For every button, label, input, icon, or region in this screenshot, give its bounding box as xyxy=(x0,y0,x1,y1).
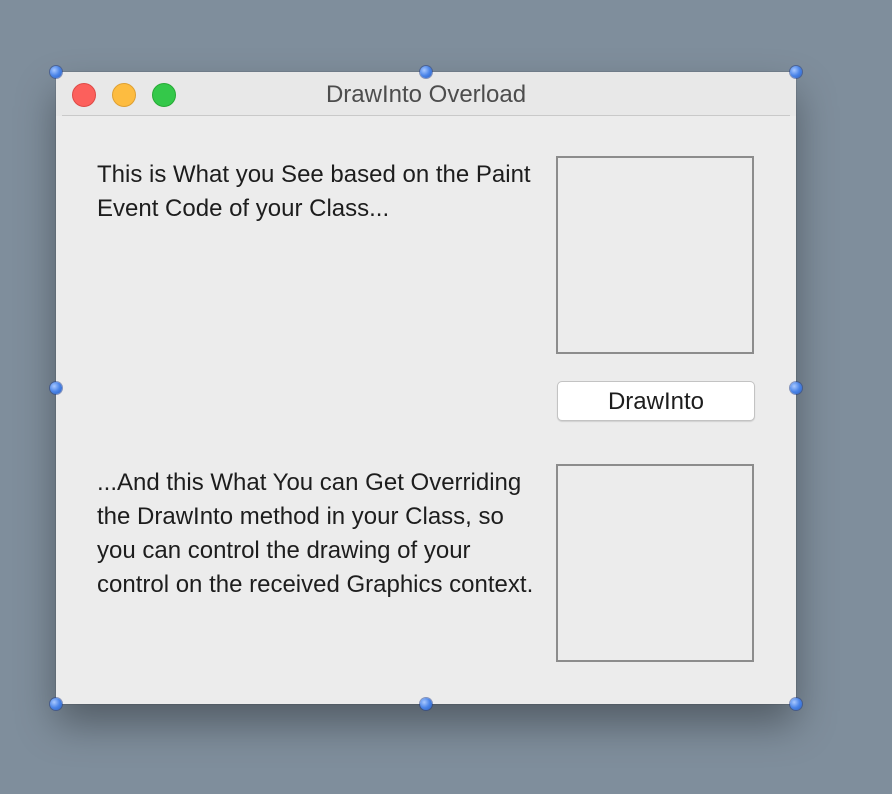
drawinto-button[interactable]: DrawInto xyxy=(557,381,755,421)
resize-handle-icon[interactable] xyxy=(420,66,432,78)
resize-handle-icon[interactable] xyxy=(50,66,62,78)
resize-handle-icon[interactable] xyxy=(790,382,802,394)
drawinto-canvas[interactable] xyxy=(556,464,754,662)
resize-handle-icon[interactable] xyxy=(50,382,62,394)
resize-handle-icon[interactable] xyxy=(790,698,802,710)
paint-event-description: This is What you See based on the Paint … xyxy=(97,161,531,222)
paint-event-canvas[interactable] xyxy=(556,156,754,354)
resize-handle-icon[interactable] xyxy=(790,66,802,78)
window-title: DrawInto Overload xyxy=(325,81,527,108)
designer-window: DrawInto Overload This is What you See b… xyxy=(56,72,796,704)
title-bar-separator xyxy=(62,115,790,116)
resize-handle-icon[interactable] xyxy=(50,698,62,710)
drawinto-description: ...And this What You can Get Overriding … xyxy=(97,469,534,598)
resize-handle-icon[interactable] xyxy=(420,698,432,710)
title-bar[interactable]: DrawInto Overload xyxy=(56,72,796,116)
